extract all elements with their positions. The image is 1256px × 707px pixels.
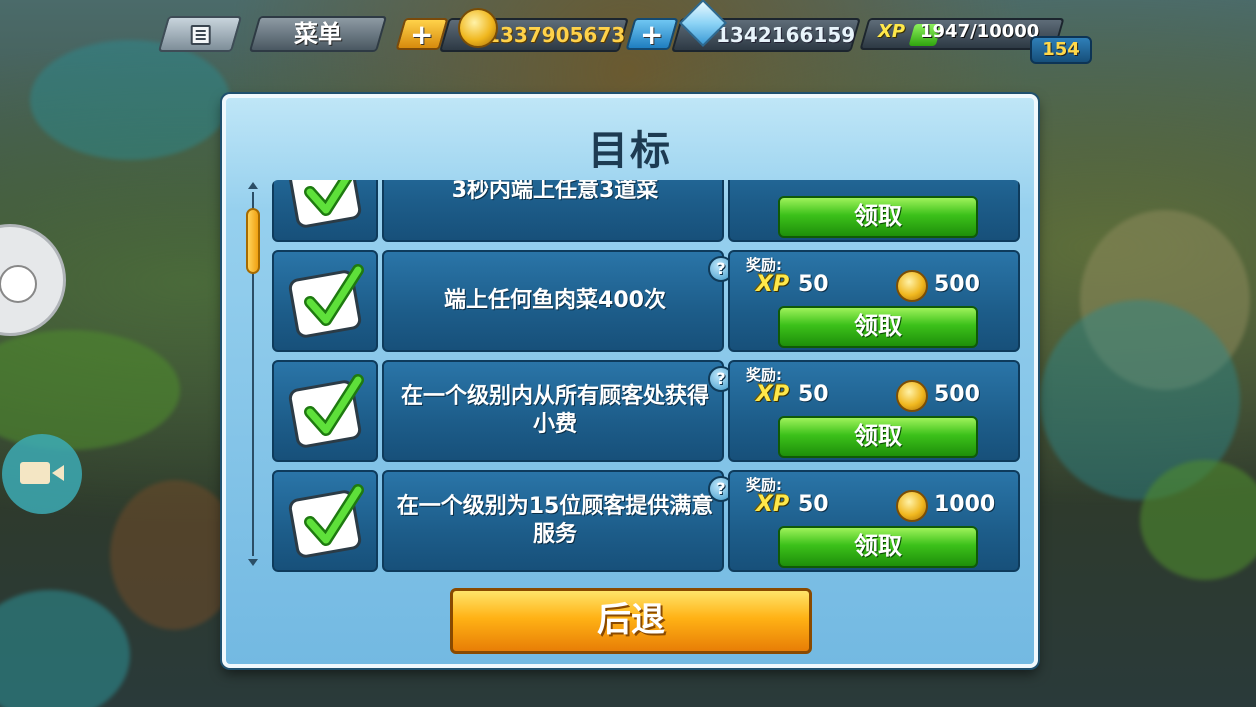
goal-description: 3秒内端上任意3道菜 [451, 180, 659, 203]
claim-button[interactable]: 领取 [778, 526, 978, 568]
background-coconuts [110, 480, 240, 630]
checkmark-icon [304, 484, 364, 546]
reward-xp-value: 50 [798, 272, 829, 297]
list-icon [190, 25, 211, 45]
video-record-button[interactable] [2, 434, 82, 514]
coins-value: 1337905673 [486, 23, 626, 47]
claim-button[interactable]: 领取 [778, 416, 978, 458]
back-button[interactable]: 后退 [450, 588, 812, 654]
gems-value: 1342166159 [716, 23, 856, 47]
goal-row: 在一个级别内从所有顾客处获得小费 ? 奖励: XP 50 500 领取 [272, 360, 1020, 462]
goal-row: 在一个级别为15位顾客提供满意服务 ? 奖励: XP 50 1000 领取 [272, 470, 1020, 572]
goal-reward-cell: 领取 [728, 180, 1020, 242]
goal-reward-cell: 奖励: XP 50 500 领取 [728, 360, 1020, 462]
plus-icon: + [639, 18, 664, 51]
xp-icon: XP [878, 21, 906, 42]
background-palm-leaves [1140, 460, 1256, 580]
goals-scrollbar[interactable] [246, 182, 260, 566]
scroll-down-arrow-icon[interactable] [248, 559, 258, 566]
goals-dialog: 目标 3秒内端上任意3道菜 领取 端上任何鱼肉菜400次 ? 奖励: XP 50… [222, 94, 1038, 668]
menu-list-button[interactable] [157, 16, 243, 52]
reward-xp-value: 50 [798, 382, 829, 407]
coin-icon [896, 380, 928, 412]
xp-icon: XP [756, 492, 790, 517]
menu-button[interactable]: 菜单 [248, 16, 388, 52]
goal-description: 在一个级别为15位顾客提供满意服务 [396, 494, 714, 547]
scroll-up-arrow-icon[interactable] [248, 182, 258, 189]
dialog-title: 目标 [588, 128, 672, 174]
goal-row: 端上任何鱼肉菜400次 ? 奖励: XP 50 500 领取 [272, 250, 1020, 352]
goal-check-cell [272, 470, 378, 572]
xp-icon: XP [756, 272, 790, 297]
background-water [0, 590, 130, 707]
goal-description-cell: 在一个级别为15位顾客提供满意服务 ? [382, 470, 734, 572]
checkmark-icon [304, 180, 353, 216]
goal-check-cell [272, 360, 378, 462]
reward-coins-value: 500 [934, 382, 980, 407]
goal-row: 3秒内端上任意3道菜 领取 [272, 180, 1020, 242]
xp-icon: XP [756, 382, 790, 407]
goal-description-cell: 在一个级别内从所有顾客处获得小费 ? [382, 360, 734, 462]
coin-icon [896, 490, 928, 522]
background-foliage [0, 330, 180, 450]
top-bar: 菜单 + 1337905673 + 1342166159 XP 1947/100… [0, 0, 1256, 70]
goal-check-cell [272, 250, 378, 352]
floating-assistive-button[interactable] [0, 224, 66, 336]
goal-check-cell [272, 180, 378, 242]
goal-description: 端上任何鱼肉菜400次 [444, 288, 666, 313]
goal-description: 在一个级别内从所有顾客处获得小费 [400, 384, 709, 437]
claim-button[interactable]: 领取 [778, 306, 978, 348]
reward-coins-value: 1000 [934, 492, 996, 517]
goals-list[interactable]: 3秒内端上任意3道菜 领取 端上任何鱼肉菜400次 ? 奖励: XP 50 50… [272, 180, 1020, 572]
goal-reward-cell: 奖励: XP 50 500 领取 [728, 250, 1020, 352]
claim-button[interactable]: 领取 [778, 196, 978, 238]
reward-coins-value: 500 [934, 272, 980, 297]
level-badge: 154 [1030, 36, 1092, 64]
plus-icon: + [409, 18, 434, 51]
coin-stack-icon [458, 8, 498, 48]
menu-button-label: 菜单 [294, 20, 342, 48]
xp-progress-text: 1947/10000 [920, 21, 1040, 42]
checkmark-icon [304, 374, 364, 436]
coin-icon [896, 270, 928, 302]
goal-reward-cell: 奖励: XP 50 1000 领取 [728, 470, 1020, 572]
reward-xp-value: 50 [798, 492, 829, 517]
goal-description-cell: 端上任何鱼肉菜400次 ? [382, 250, 734, 352]
scroll-thumb[interactable] [246, 208, 260, 274]
checkmark-icon [304, 264, 364, 326]
add-gems-button[interactable]: + [625, 18, 679, 51]
goal-description-cell: 3秒内端上任意3道菜 [382, 180, 724, 242]
video-camera-icon [20, 462, 64, 484]
